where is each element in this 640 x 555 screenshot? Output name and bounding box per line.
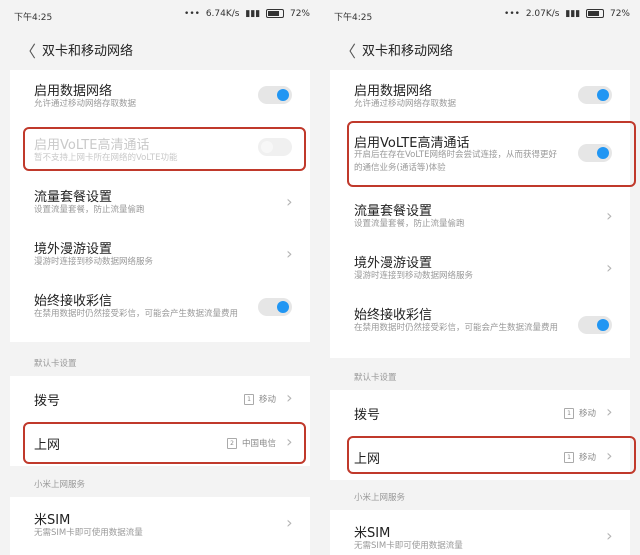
signal-icon: ▮▮▮ [245,9,261,19]
row-data-plan[interactable]: 流量套餐设置 设置流量套餐，防止流量偷跑 › [330,190,630,242]
chevron-right-icon: › [284,244,294,263]
status-icons: ••• 6.74K/s ▮▮▮ 72% [181,9,310,19]
mms-toggle[interactable] [578,316,612,334]
data-toggle[interactable] [258,86,292,104]
highlight-volte [347,121,636,187]
status-bar: 下午4:25 ••• 2.07K/s ▮▮▮ 72% [320,0,640,28]
settings-card: 启用数据网络 允许通过移动网络存取数据 启用VoLTE高清通话 暂不支持上网卡所… [10,70,310,342]
row-subtitle: 无需SIM卡即可使用数据流量 [34,528,143,538]
dial-value-group: 1 移动 [563,407,596,419]
row-subtitle: 允许通过移动网络存取数据 [34,99,137,109]
sim-icon: 1 [563,408,574,419]
page-title: 双卡和移动网络 [42,44,134,59]
nav-bar: 〈 双卡和移动网络 [0,28,320,68]
row-title: 始终接收彩信 [354,308,433,323]
chevron-right-icon: › [284,513,294,532]
back-arrow-icon[interactable]: 〈 [340,38,356,62]
row-title: 拨号 [34,394,61,409]
chevron-right-icon: › [284,192,294,211]
battery-icon [586,9,605,18]
row-subtitle: 无需SIM卡即可使用数据流量 [354,541,463,551]
status-bar: 下午4:25 ••• 6.74K/s ▮▮▮ 72% [0,0,320,28]
row-title: 境外漫游设置 [34,242,113,257]
row-title: 流量套餐设置 [354,204,433,219]
section-label-default-card: 默认卡设置 [354,373,397,383]
section-label-service: 小米上网服务 [354,493,406,503]
row-subtitle: 允许通过移动网络存取数据 [354,99,457,109]
row-misim[interactable]: 米SIM 无需SIM卡即可使用数据流量 › [330,510,630,555]
sim-icon: 1 [243,394,254,405]
battery-level: 72% [289,9,310,19]
row-title: 启用数据网络 [354,84,433,99]
battery-icon [266,9,285,18]
chevron-right-icon: › [604,402,614,421]
row-subtitle: 设置流量套餐，防止流量偷跑 [354,219,465,229]
battery-level: 72% [609,9,630,19]
row-enable-data[interactable]: 启用数据网络 允许通过移动网络存取数据 [330,70,630,122]
row-title: 米SIM [354,526,391,541]
status-time: 下午4:25 [334,13,373,23]
network-speed: 6.74K/s [205,9,240,19]
row-title: 境外漫游设置 [354,256,433,271]
chevron-right-icon: › [604,206,614,225]
row-dial[interactable]: 拨号 1 移动 › [330,390,630,434]
row-roaming[interactable]: 境外漫游设置 漫游时连接到移动数据网络服务 › [330,244,630,296]
network-speed: 2.07K/s [525,9,560,19]
row-roaming[interactable]: 境外漫游设置 漫游时连接到移动数据网络服务 › [10,230,310,282]
section-label-default-card: 默认卡设置 [34,359,77,369]
more-icon: ••• [504,9,520,19]
chevron-right-icon: › [604,526,614,545]
left-screenshot: 下午4:25 ••• 6.74K/s ▮▮▮ 72% 〈 双卡和移动网络 启用数… [0,0,320,555]
settings-card: 启用数据网络 允许通过移动网络存取数据 启用VoLTE高清通话 开启后在存在Vo… [330,70,630,358]
dial-value: 移动 [258,395,276,405]
chevron-right-icon: › [604,258,614,277]
highlight-mobile-data [23,422,306,464]
data-toggle[interactable] [578,86,612,104]
dial-value: 移动 [578,409,596,419]
row-enable-data[interactable]: 启用数据网络 允许通过移动网络存取数据 [10,70,310,122]
row-title: 始终接收彩信 [34,294,113,309]
chevron-right-icon: › [284,388,294,407]
dial-value-group: 1 移动 [243,393,276,405]
status-time: 下午4:25 [14,13,53,23]
highlight-volte [23,127,306,171]
service-card: 米SIM 无需SIM卡即可使用数据流量 › [330,510,630,555]
row-mms[interactable]: 始终接收彩信 在禁用数据时仍然接受彩信，可能会产生数据流量费用 [10,282,310,342]
back-arrow-icon[interactable]: 〈 [20,38,36,62]
row-subtitle: 在禁用数据时仍然接受彩信，可能会产生数据流量费用 [354,323,559,333]
row-title: 流量套餐设置 [34,190,113,205]
right-screenshot: 下午4:25 ••• 2.07K/s ▮▮▮ 72% 〈 双卡和移动网络 启用数… [320,0,640,555]
more-icon: ••• [184,9,200,19]
row-title: 拨号 [354,408,381,423]
row-dial[interactable]: 拨号 1 移动 › [10,376,310,420]
nav-bar: 〈 双卡和移动网络 [320,28,640,68]
row-data-plan[interactable]: 流量套餐设置 设置流量套餐，防止流量偷跑 › [10,176,310,228]
service-card: 米SIM 无需SIM卡即可使用数据流量 › [10,497,310,555]
row-subtitle: 漫游时连接到移动数据网络服务 [354,271,474,281]
row-subtitle: 在禁用数据时仍然接受彩信，可能会产生数据流量费用 [34,309,239,319]
row-mms[interactable]: 始终接收彩信 在禁用数据时仍然接受彩信，可能会产生数据流量费用 [330,296,630,358]
row-subtitle: 漫游时连接到移动数据网络服务 [34,257,154,267]
row-misim[interactable]: 米SIM 无需SIM卡即可使用数据流量 › [10,497,310,555]
row-title: 米SIM [34,513,71,528]
row-subtitle: 设置流量套餐，防止流量偷跑 [34,205,145,215]
page-title: 双卡和移动网络 [362,44,454,59]
row-title: 启用数据网络 [34,84,113,99]
highlight-mobile-data [347,436,636,474]
status-icons: ••• 2.07K/s ▮▮▮ 72% [501,9,630,19]
section-label-service: 小米上网服务 [34,480,86,490]
signal-icon: ▮▮▮ [565,9,581,19]
mms-toggle[interactable] [258,298,292,316]
